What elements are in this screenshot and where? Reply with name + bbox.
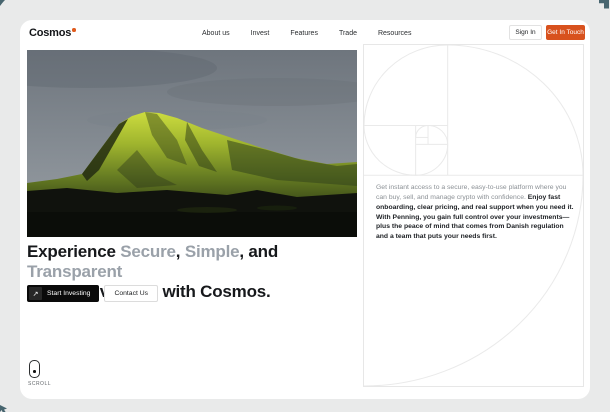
golden-ratio-panel: Get instant access to a secure, easy-to-… (363, 44, 584, 387)
start-investing-label: Start Investing (47, 290, 90, 297)
nav-item-resources[interactable]: Resources (378, 30, 411, 37)
start-investing-button[interactable]: ↗ Start Investing (27, 285, 99, 302)
heading-seg-comma1: , (176, 242, 185, 261)
nav-item-trade[interactable]: Trade (339, 30, 357, 37)
heading-seg-simple: Simple (185, 242, 240, 261)
heading-seg-experience: Experience (27, 242, 120, 261)
scroll-label: SCROLL (28, 381, 50, 387)
corner-accent-top-right-icon (598, 0, 610, 9)
corner-accent-top-left-icon (0, 0, 8, 8)
page: Cosmos About us Invest Features Trade Re… (0, 0, 610, 412)
nav-links: About us Invest Features Trade Resources (202, 30, 411, 37)
heading-seg-and: , and (239, 242, 278, 261)
get-in-touch-button[interactable]: Get In Touch (546, 25, 585, 40)
scroll-indicator: SCROLL (28, 360, 50, 387)
mouse-icon (29, 360, 40, 378)
arrow-up-right-icon: ↗ (29, 287, 42, 300)
hero-image (27, 50, 357, 237)
sign-in-button[interactable]: Sign In (509, 25, 542, 40)
logo[interactable]: Cosmos (29, 27, 76, 39)
logo-dot-icon (72, 28, 76, 32)
heading-seg-secure: Secure (120, 242, 176, 261)
logo-text: Cosmos (29, 27, 71, 39)
nav-item-features[interactable]: Features (290, 30, 318, 37)
nav-item-about-us[interactable]: About us (202, 30, 230, 37)
contact-us-button[interactable]: Contact Us (104, 285, 158, 302)
heading-seg-transparent: Transparent (27, 262, 122, 281)
main-card: Cosmos About us Invest Features Trade Re… (20, 20, 590, 399)
hero-actions: ↗ Start Investing Contact Us (27, 285, 158, 302)
nav-item-invest[interactable]: Invest (251, 30, 270, 37)
mountain-illustration (27, 50, 357, 237)
corner-accent-bottom-left-icon (0, 402, 9, 412)
mouse-wheel-dot (33, 370, 36, 373)
panel-description: Get instant access to a secure, easy-to-… (376, 183, 574, 242)
